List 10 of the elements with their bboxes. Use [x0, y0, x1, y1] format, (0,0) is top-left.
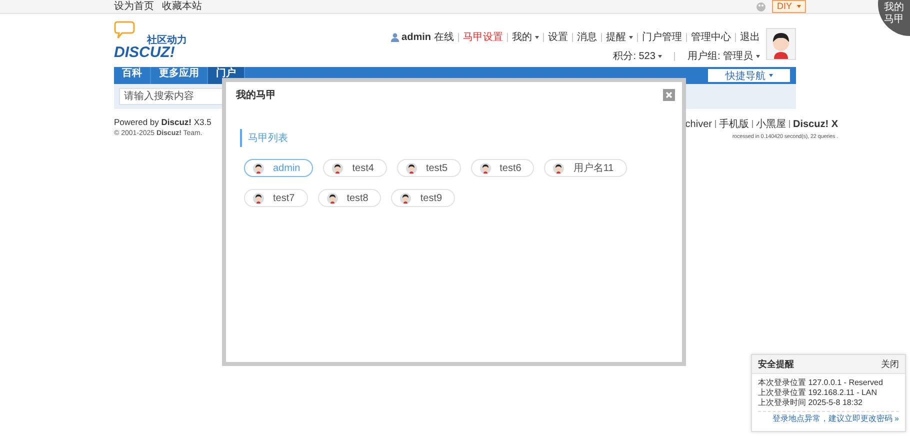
dialog-title: 我的马甲	[236, 88, 276, 102]
section-heading: 马甲列表	[240, 129, 288, 147]
logo-tagline: 社区动力	[147, 34, 187, 46]
logo-text: DISCUZ!	[114, 44, 175, 61]
login-info-text: 本次登录位置 127.0.0.1 - Reserved	[758, 378, 884, 388]
login-info-text: 上次登录位置 192.168.2.11 - LAN	[758, 388, 878, 398]
notice-title: 安全提醒	[758, 358, 794, 370]
login-info-text: 上次登录时间 2025-5-8 18:32	[758, 398, 864, 408]
online-status: 在线	[434, 30, 454, 44]
powered-by-text: Powered by Discuz! X3.5	[114, 117, 212, 127]
